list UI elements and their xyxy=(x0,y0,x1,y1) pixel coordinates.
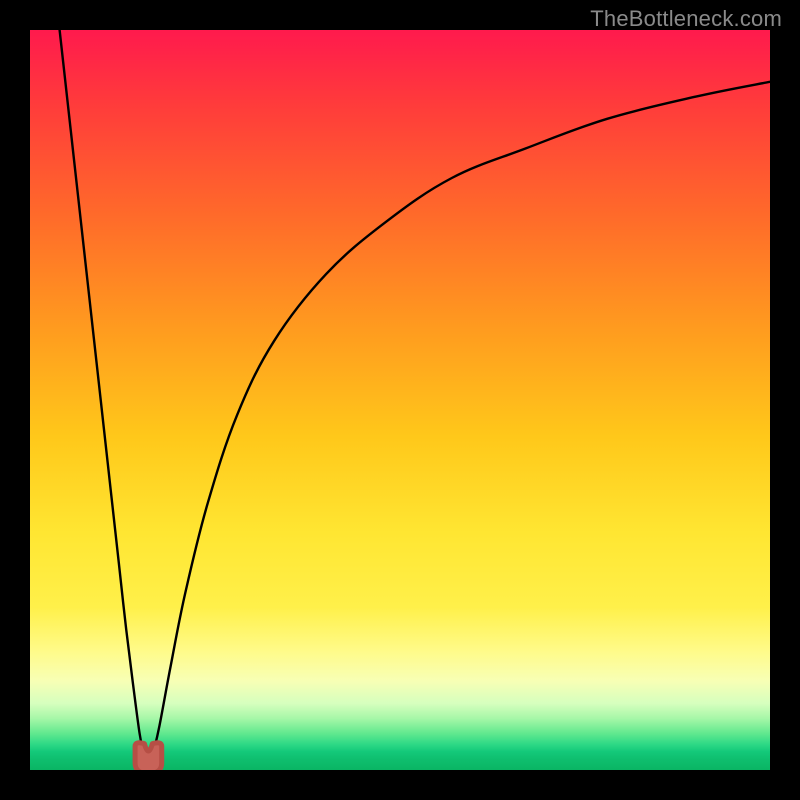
chart-frame: TheBottleneck.com xyxy=(0,0,800,800)
optimum-nub xyxy=(135,743,162,770)
plot-area xyxy=(30,30,770,770)
curve-left-branch xyxy=(60,30,144,752)
curve-layer xyxy=(30,30,770,770)
curve-right-branch xyxy=(154,82,770,752)
watermark-text: TheBottleneck.com xyxy=(590,6,782,32)
